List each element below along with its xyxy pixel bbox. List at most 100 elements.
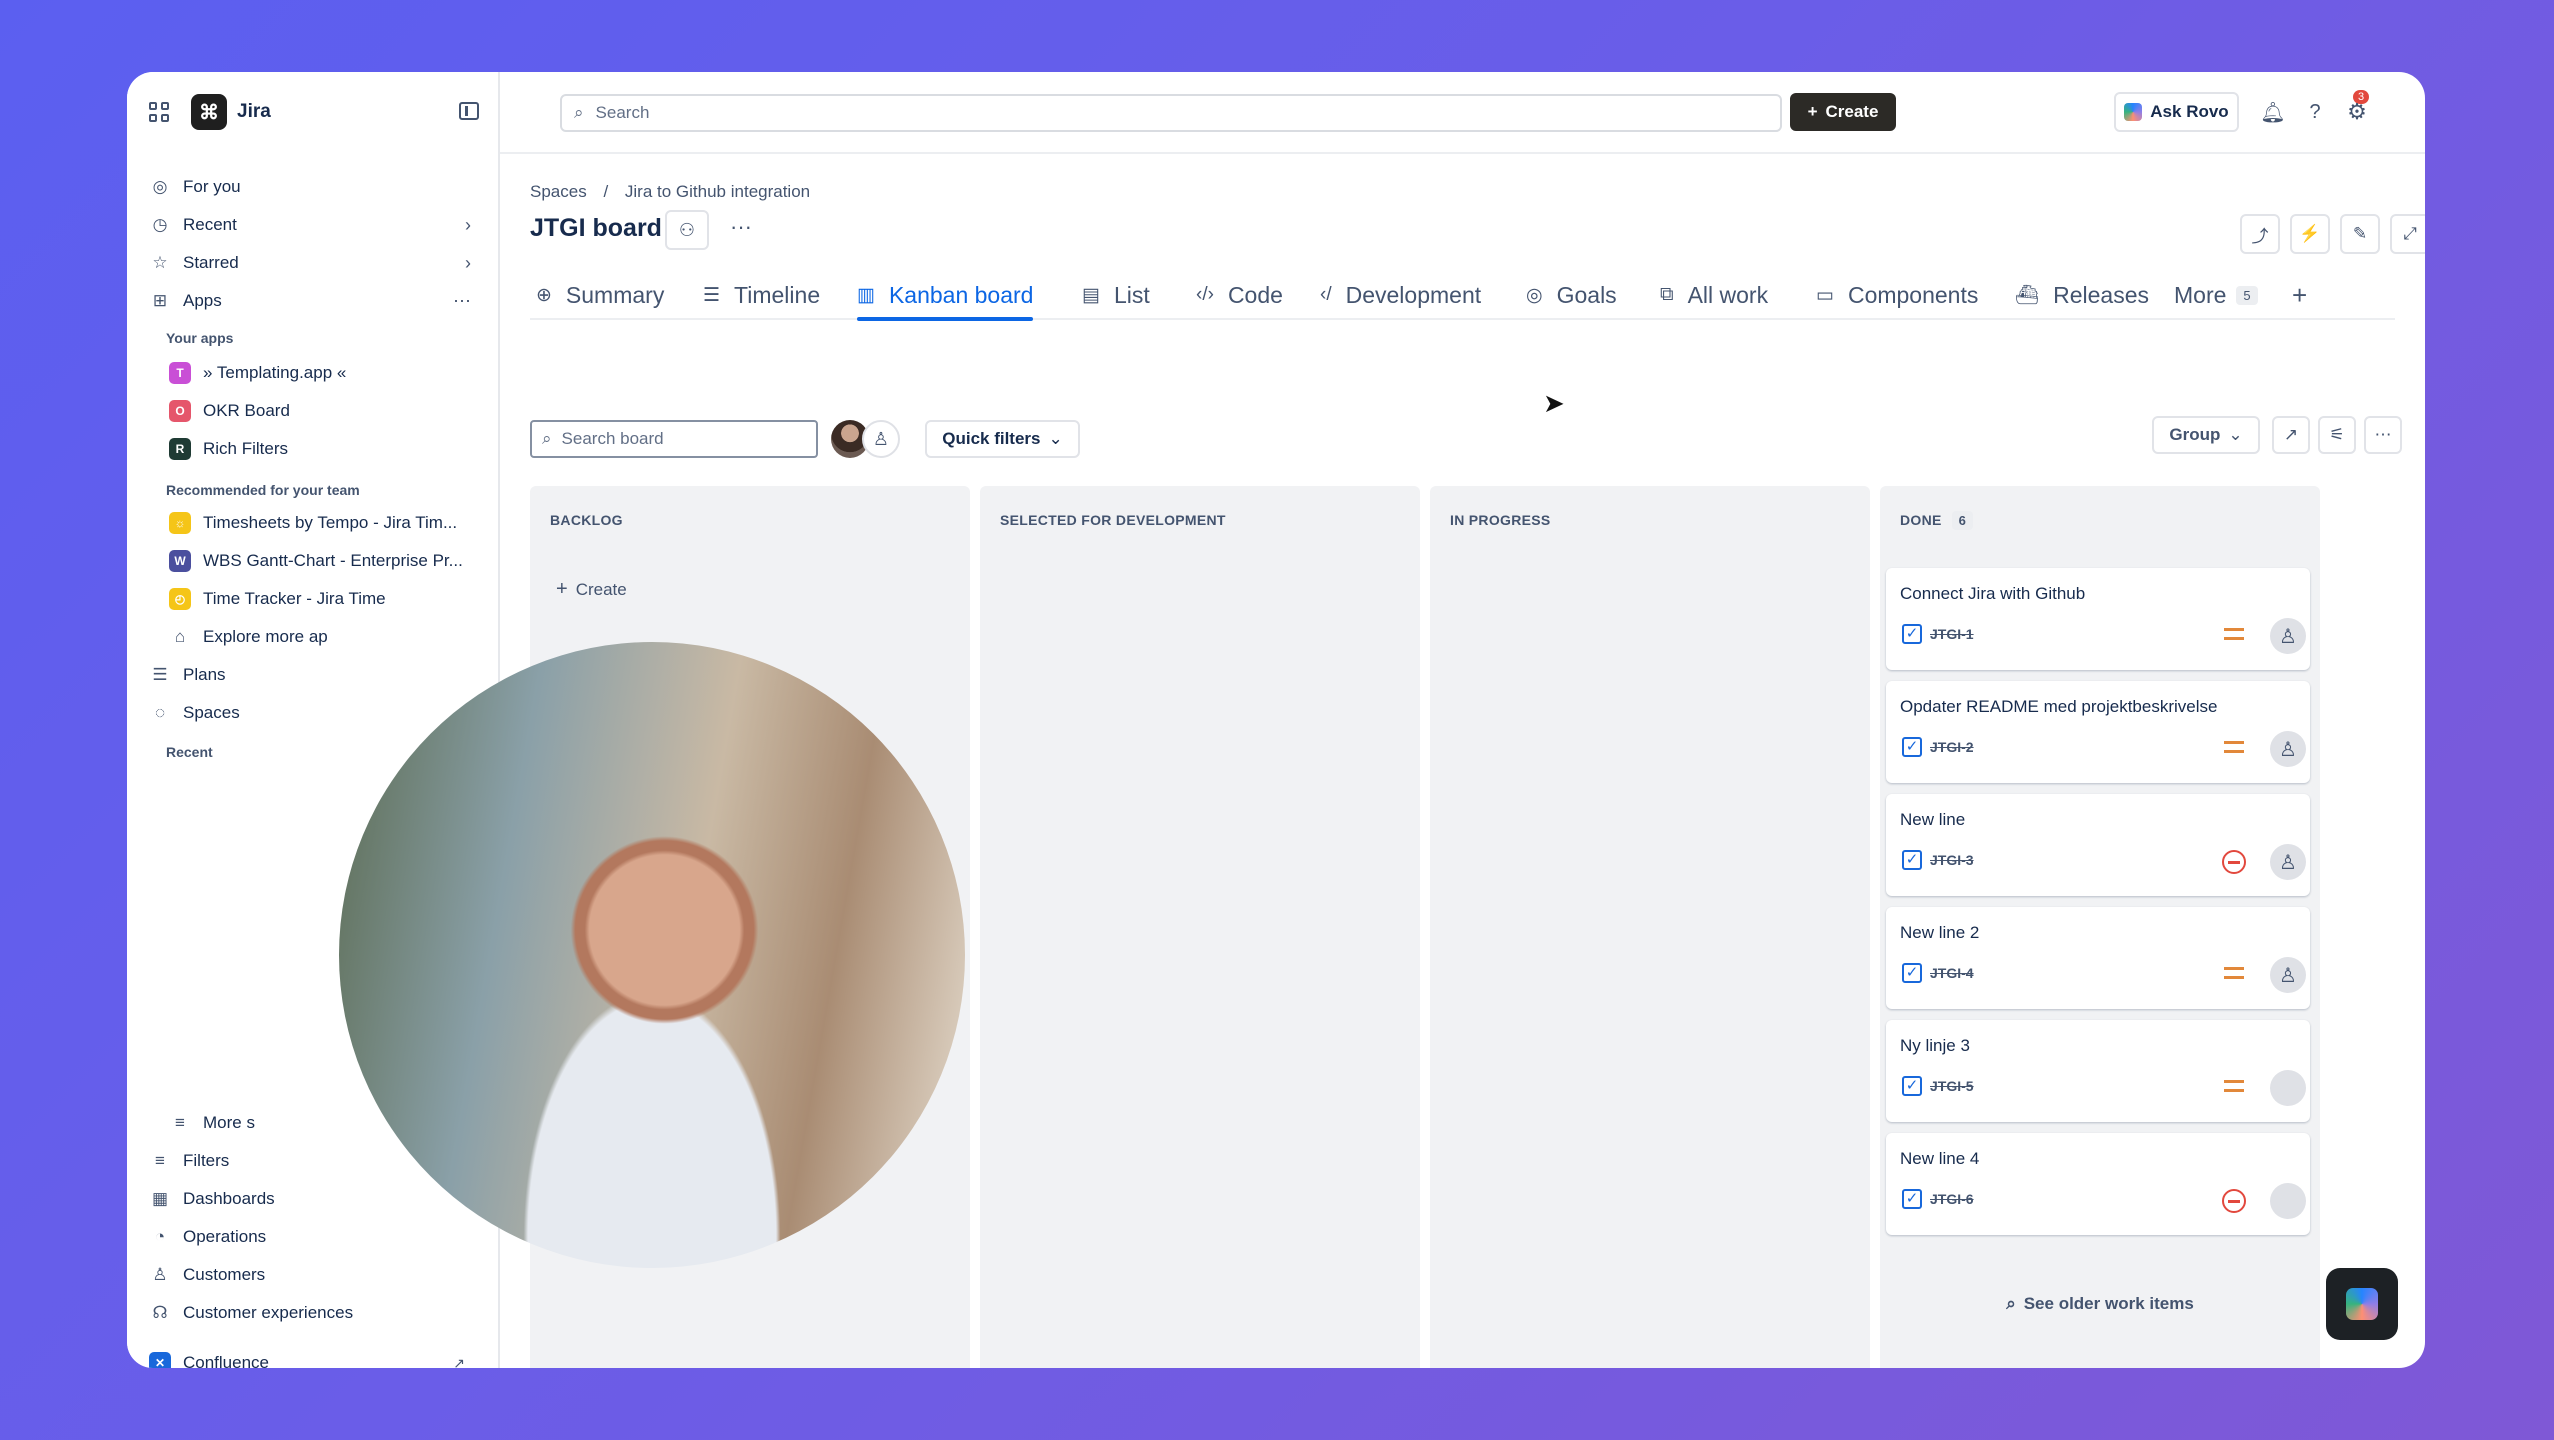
tab-goals[interactable]: ◎ Goals (1526, 272, 1617, 318)
unassigned-avatar-icon[interactable]: ♙ (2270, 844, 2306, 880)
team-icon[interactable]: ⚇ (665, 210, 709, 250)
share-icon[interactable]: ⤴ (2240, 214, 2280, 254)
sidebar-item-spaces[interactable]: ◌ Spaces (149, 698, 489, 728)
issue-key[interactable]: JTGI-6 (1930, 1191, 1974, 1207)
issue-card[interactable]: Opdater README med projektbeskrivelse ✓ … (1886, 681, 2310, 783)
app-name[interactable]: Jira (237, 101, 271, 123)
tab-timeline[interactable]: ☰ Timeline (703, 272, 820, 318)
sidebar-app-templating[interactable]: T » Templating.app « (169, 358, 498, 388)
sidebar-item-customer-experiences[interactable]: ☊ Customer experiences (149, 1298, 489, 1328)
breadcrumb-spaces[interactable]: Spaces (530, 182, 587, 201)
sidebar-item-recent[interactable]: ◷ Recent › (149, 210, 489, 240)
board-search-input[interactable]: ⌕ Search board (530, 420, 818, 458)
quick-filters-label: Quick filters (942, 429, 1041, 448)
quick-filters-dropdown[interactable]: Quick filters ⌄ (925, 420, 1080, 458)
priority-blocker-icon (2222, 850, 2246, 874)
ask-rovo-button[interactable]: Ask Rovo (2114, 92, 2239, 132)
issue-card[interactable]: New line ✓ JTGI-3 ♙ (1886, 794, 2310, 896)
tab-releases[interactable]: ⛴ Releases (2015, 272, 2149, 318)
jira-logo-icon[interactable]: ⌘ (191, 94, 227, 130)
add-tab-icon[interactable]: + (2292, 272, 2307, 318)
tab-development[interactable]: ‹/ Development (1320, 272, 1481, 318)
sidebar-app-time-tracker[interactable]: ◴ Time Tracker - Jira Time (169, 584, 498, 614)
collapse-sidebar-icon[interactable] (459, 102, 479, 120)
sidebar-item-label: For you (183, 177, 241, 196)
fullscreen-icon[interactable]: ⤢ (2390, 214, 2425, 254)
sidebar-item-label: Customer experiences (183, 1303, 354, 1322)
issue-key[interactable]: JTGI-1 (1930, 626, 1974, 642)
list-icon: ≡ (175, 1113, 185, 1132)
sidebar-app-wbs[interactable]: W WBS Gantt-Chart - Enterprise Pr... (169, 546, 498, 576)
help-icon[interactable]: ? (2301, 98, 2329, 126)
unassigned-avatar-icon[interactable]: ♙ (2270, 957, 2306, 993)
issue-key[interactable]: JTGI-3 (1930, 852, 1974, 868)
assignee-avatar[interactable] (2270, 1070, 2306, 1106)
person-icon: ♙ (152, 1265, 168, 1284)
app-switcher-icon[interactable] (149, 102, 169, 122)
issue-key[interactable]: JTGI-2 (1930, 739, 1974, 755)
sidebar-item-starred[interactable]: ☆ Starred › (149, 248, 489, 278)
section-heading: Recommended for your team (166, 482, 360, 498)
sidebar-item-apps[interactable]: ⊞ Apps ⋯ (149, 286, 489, 316)
issue-card[interactable]: New line 2 ✓ JTGI-4 ♙ (1886, 907, 2310, 1009)
create-issue-button[interactable]: + Create (556, 578, 627, 601)
view-settings-icon[interactable]: ⚟ (2318, 416, 2356, 454)
notifications-icon[interactable]: 🔔︎ (2259, 98, 2287, 126)
breadcrumb-project[interactable]: Jira to Github integration (625, 182, 810, 201)
tab-components[interactable]: ▭ Components (1816, 272, 1978, 318)
more-count: 5 (2236, 285, 2258, 305)
feedback-icon[interactable]: ✎ (2340, 214, 2380, 254)
tab-code[interactable]: ‹/› Code (1196, 272, 1283, 318)
settings-gear-icon[interactable]: ⚙ (2343, 98, 2371, 126)
issue-key[interactable]: JTGI-5 (1930, 1078, 1974, 1094)
unassigned-avatar-icon[interactable]: ♙ (2270, 618, 2306, 654)
sidebar-item-dashboards[interactable]: ▦ Dashboards (149, 1184, 489, 1214)
sidebar-app-rich-filters[interactable]: R Rich Filters (169, 434, 498, 464)
tab-summary[interactable]: ⊕ Summary (536, 272, 664, 318)
assignee-avatar[interactable] (2270, 1183, 2306, 1219)
priority-medium-icon (2224, 1080, 2244, 1092)
issue-card[interactable]: Connect Jira with Github ✓ JTGI-1 ♙ (1886, 568, 2310, 670)
unassigned-avatar-icon[interactable]: ♙ (2270, 731, 2306, 767)
issue-card[interactable]: Ny linje 3 ✓ JTGI-5 (1886, 1020, 2310, 1122)
sidebar-app-okr[interactable]: O OKR Board (169, 396, 498, 426)
sidebar-explore-apps[interactable]: ⌂ Explore more ap (169, 622, 498, 652)
board-tabs: ⊕ Summary ☰ Timeline ▥ Kanban board ▤ List ‹… (530, 272, 2395, 321)
chevron-down-icon: ⌄ (1048, 429, 1063, 448)
sidebar-app-tempo[interactable]: ☼ Timesheets by Tempo - Jira Tim... (169, 508, 498, 538)
column-selected-for-development: SELECTED FOR DEVELOPMENT (980, 486, 1420, 1368)
more-icon[interactable]: ⋯ (453, 291, 471, 312)
sidebar-item-plans[interactable]: ☰ Plans (149, 660, 489, 690)
issue-card[interactable]: New line 4 ✓ JTGI-6 (1886, 1133, 2310, 1235)
rich-filters-icon: R (169, 438, 191, 460)
tab-label: All work (1687, 281, 1769, 308)
more-actions-icon[interactable]: ··· (730, 214, 752, 240)
tab-list[interactable]: ▤ List (1082, 272, 1150, 318)
create-button[interactable]: + Create (1790, 93, 1896, 131)
sidebar-item-for-you[interactable]: ◎ For you (149, 172, 489, 202)
tab-label: More (2174, 281, 2227, 308)
task-checkbox-icon: ✓ (1902, 624, 1922, 644)
tab-more[interactable]: More 5 (2174, 272, 2258, 318)
column-count: 6 (1951, 511, 1974, 530)
automation-icon[interactable]: ⚡ (2290, 214, 2330, 254)
more-board-actions-icon[interactable]: ⋯ (2364, 416, 2402, 454)
rovo-chat-button[interactable] (2326, 1268, 2398, 1340)
group-dropdown[interactable]: Group ⌄ (2152, 416, 2260, 454)
global-search-input[interactable]: ⌕ Search (560, 94, 1782, 132)
tab-label: Timeline (734, 281, 821, 308)
insights-icon[interactable]: ↗ (2272, 416, 2310, 454)
tab-kanban-board[interactable]: ▥ Kanban board (857, 272, 1034, 321)
section-heading: Your apps (166, 330, 234, 346)
sidebar-item-operations[interactable]: ◔ Operations (149, 1222, 489, 1252)
sidebar-item-label: » Templating.app « (203, 363, 347, 382)
tab-all-work[interactable]: ⧉ All work (1660, 272, 1768, 318)
task-checkbox-icon: ✓ (1902, 963, 1922, 983)
sidebar-item-confluence[interactable]: ✕ Confluence ↗ (149, 1348, 489, 1368)
sidebar-item-customers[interactable]: ♙ Customers (149, 1260, 489, 1290)
development-icon: ‹/ (1320, 284, 1332, 305)
see-older-work-items-link[interactable]: ⌕ See older work items (1880, 1294, 2320, 1314)
issue-key[interactable]: JTGI-4 (1930, 965, 1974, 981)
unassigned-filter-icon[interactable]: ♙ (862, 420, 900, 458)
target-icon: ◎ (1526, 284, 1543, 306)
